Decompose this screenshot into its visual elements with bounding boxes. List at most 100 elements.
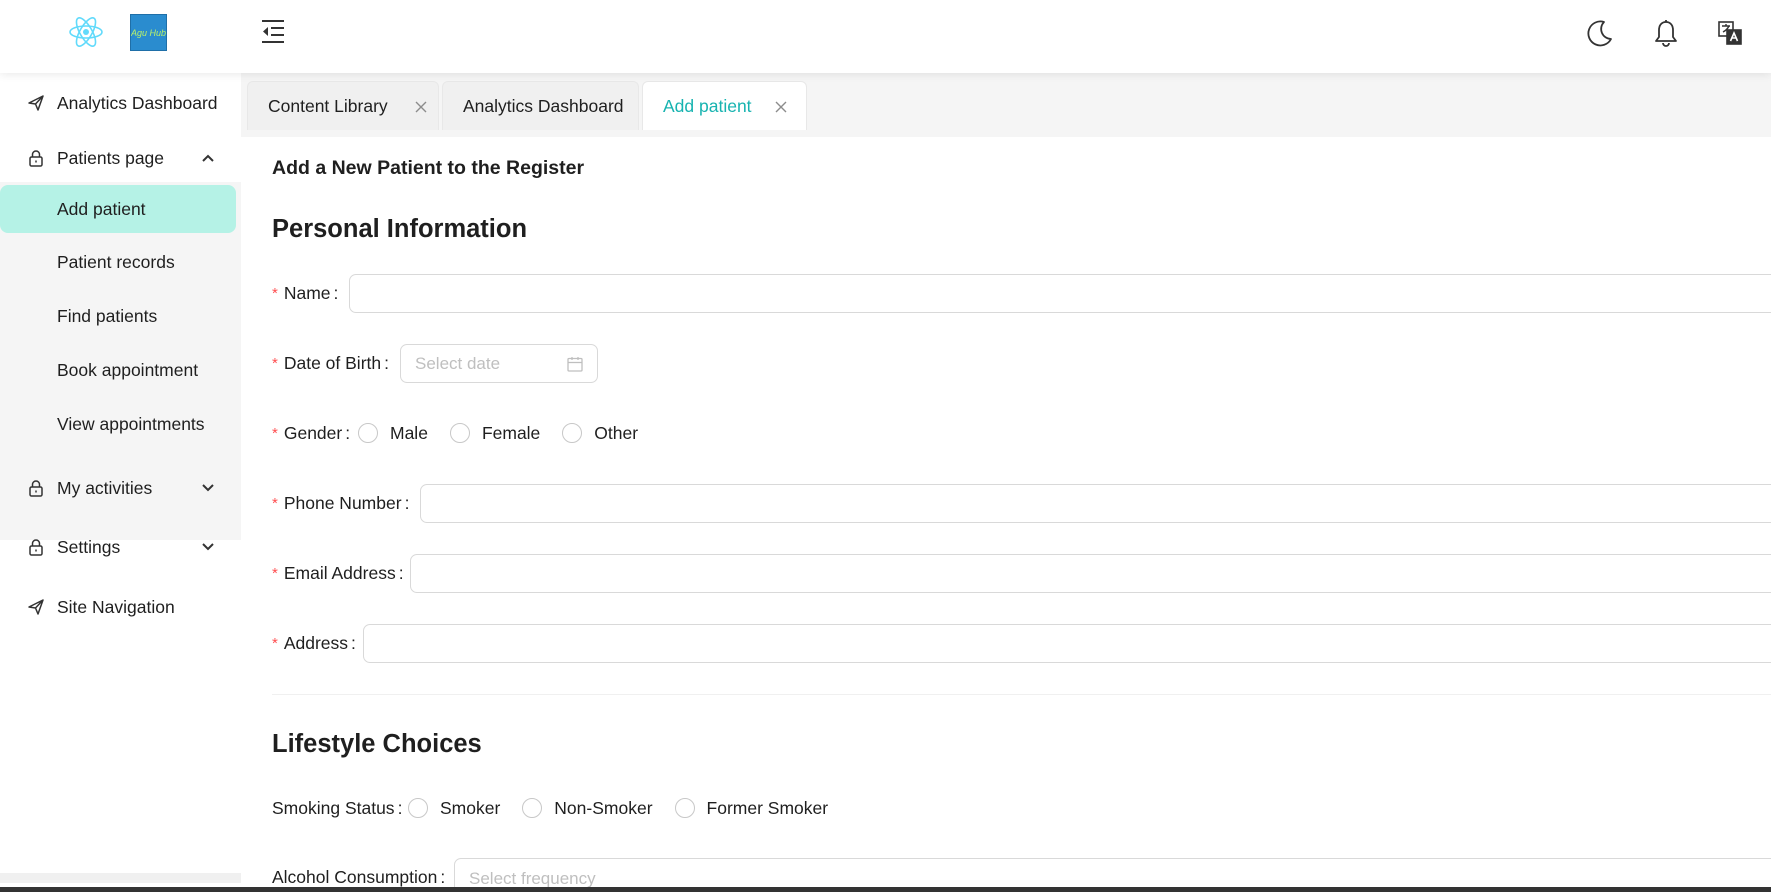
required-mark: * (272, 354, 278, 372)
main-content: Add a New Patient to the Register Person… (241, 137, 1771, 892)
sidebar-item-find-patients[interactable]: Find patients (0, 292, 241, 340)
smoking-radio-smoker[interactable]: Smoker (408, 798, 500, 819)
section-title-personal: Personal Information (272, 215, 528, 243)
close-icon[interactable] (774, 100, 788, 114)
gender-label-text: Gender (283, 422, 343, 443)
radio-circle[interactable] (408, 798, 428, 818)
required-mark: * (272, 494, 278, 512)
section-divider (272, 694, 1771, 695)
required-mark: * (272, 634, 278, 652)
lock-icon (29, 480, 43, 497)
smoking-label: Smoking Status: (272, 797, 403, 818)
sidebar-item-view-appointments[interactable]: View appointments (0, 400, 241, 448)
sidebar-item-label: View appointments (57, 413, 205, 434)
sidebar-item-my-activities[interactable]: My activities (0, 464, 241, 512)
address-input[interactable] (363, 624, 1771, 663)
alcohol-label-text: Alcohol Consumption (272, 866, 438, 887)
email-input[interactable] (410, 554, 1771, 593)
react-logo (69, 17, 103, 47)
app-header: Agu Hub (0, 0, 1771, 73)
required-mark: * (272, 424, 278, 442)
gender-radio-male[interactable]: Male (358, 423, 428, 444)
sidebar-item-label: Patients page (57, 147, 165, 168)
send-icon (28, 95, 44, 111)
gender-radio-other[interactable]: Other (562, 423, 638, 444)
sidebar-item-analytics-dashboard[interactable]: Analytics Dashboard (0, 79, 241, 127)
sidebar-item-settings[interactable]: Settings (0, 523, 241, 571)
bell-icon[interactable] (1650, 17, 1682, 49)
smoking-radio-group: Smoker Non-Smoker Former Smoker (408, 789, 847, 827)
page-title: Add a New Patient to the Register (272, 157, 585, 179)
gender-radio-female[interactable]: Female (449, 422, 541, 444)
sidebar-item-site-navigation[interactable]: Site Navigation (0, 583, 241, 631)
required-mark: * (272, 564, 278, 582)
chevron-down-icon (202, 484, 214, 492)
required-mark: * (272, 284, 278, 302)
lock-icon (29, 539, 43, 556)
section-title-lifestyle: Lifestyle Choices (272, 730, 482, 758)
radio-circle[interactable] (522, 798, 543, 818)
tab-analytics-dashboard[interactable]: Analytics Dashboard (442, 81, 639, 130)
tab-add-patient[interactable]: Add patient (642, 81, 807, 130)
dob-label: * Date of Birth: (272, 352, 389, 373)
close-icon[interactable] (414, 100, 428, 114)
radio-circle[interactable] (358, 423, 378, 443)
address-label: * Address: (272, 632, 356, 653)
address-label-text: Address (283, 632, 349, 653)
tab-bar: Content Library Analytics Dashboard Add … (241, 73, 1771, 137)
radio-label: Smoker (440, 797, 501, 818)
sidebar-item-label: Settings (57, 536, 121, 557)
smoking-radio-non-smoker[interactable]: Non-Smoker (522, 797, 653, 819)
phone-label-text: Phone Number (283, 492, 402, 513)
gender-radio-group: Male Female Other (358, 414, 657, 452)
dob-date-picker[interactable]: Select date (400, 344, 598, 383)
radio-label: Other (594, 422, 639, 443)
tab-content-library[interactable]: Content Library (247, 81, 439, 130)
sidebar-item-label: My activities (57, 477, 153, 498)
name-label: * Name: (272, 282, 339, 303)
sidebar: Analytics Dashboard Patients page Add pa… (0, 73, 241, 892)
alcohol-placeholder: Select frequency (469, 869, 596, 888)
brand-logo-text: Agu Hub (130, 27, 167, 38)
radio-label: Former Smoker (706, 797, 829, 818)
email-label: * Email Address: (272, 562, 404, 583)
sidebar-item-label: Add patient (57, 198, 146, 219)
gender-label: * Gender: (272, 422, 351, 443)
sidebar-item-label: Patient records (57, 251, 175, 272)
menu-fold-icon[interactable] (258, 16, 288, 46)
brand-logo: Agu Hub (130, 14, 167, 51)
bottom-edge (0, 887, 1771, 892)
translate-icon[interactable] (1714, 17, 1746, 49)
sidebar-item-patient-records[interactable]: Patient records (0, 238, 241, 286)
sidebar-item-add-patient[interactable]: Add patient (0, 185, 236, 233)
smoking-label-text: Smoking Status (272, 797, 395, 818)
tab-label: Analytics Dashboard (463, 95, 624, 116)
phone-input[interactable] (420, 484, 1771, 523)
chevron-up-icon (202, 154, 214, 162)
sidebar-item-label: Book appointment (57, 359, 199, 380)
lock-icon (29, 150, 43, 167)
tab-label: Content Library (268, 95, 388, 116)
radio-label: Female (481, 422, 541, 443)
radio-circle[interactable] (674, 798, 695, 818)
sidebar-item-patients-page[interactable]: Patients page (0, 134, 241, 182)
email-label-text: Email Address (283, 562, 396, 583)
calendar-icon (567, 357, 583, 372)
phone-label: * Phone Number: (272, 492, 410, 513)
radio-label: Non-Smoker (554, 797, 653, 818)
sidebar-scrollbar[interactable] (0, 873, 241, 883)
smoking-radio-former-smoker[interactable]: Former Smoker (674, 797, 829, 819)
tab-label: Add patient (663, 95, 752, 116)
dob-label-text: Date of Birth (283, 352, 382, 373)
sidebar-item-label: Find patients (57, 305, 158, 326)
name-label-text: Name (283, 282, 331, 303)
chevron-down-icon (202, 543, 214, 551)
name-input[interactable] (349, 274, 1771, 313)
sidebar-item-book-appointment[interactable]: Book appointment (0, 346, 241, 394)
radio-circle[interactable] (562, 423, 583, 443)
send-icon (28, 599, 44, 615)
sidebar-item-label: Site Navigation (57, 596, 175, 617)
dob-placeholder: Select date (415, 354, 501, 373)
moon-icon[interactable] (1584, 17, 1616, 49)
radio-circle[interactable] (449, 423, 470, 443)
